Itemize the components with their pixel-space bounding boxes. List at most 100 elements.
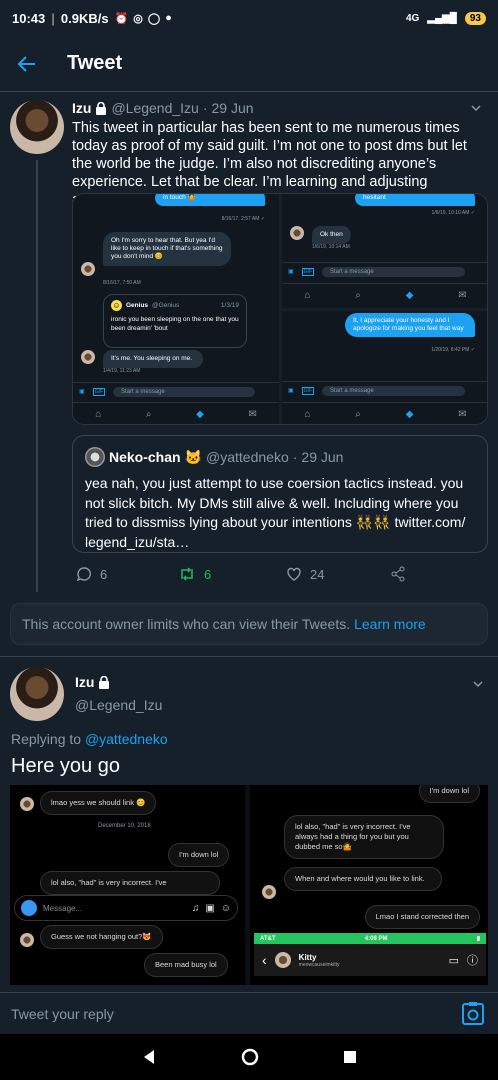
dm-compose: ▣ GIF Start a message [73,382,279,400]
chat-icon: ● [165,11,172,24]
dm-compose-placeholder: Message... [43,903,83,913]
dm-compose-placeholder: Start a message [113,386,255,397]
learn-more-link[interactable]: Learn more [354,616,426,632]
lock-icon [99,675,110,689]
gallery-icon: ▣ [205,902,215,914]
contact-handle: meowcauseimkitty [298,961,340,968]
replying-to: Replying to @yattedneko [11,731,168,747]
search-icon: ⌕ [355,409,361,420]
dm-avatar [290,226,304,240]
page-title: Tweet [67,52,123,74]
notice-text: This account owner limits who can view t… [22,616,351,632]
quoted-author-name: Neko-chan [109,449,181,465]
back-chevron-icon: ‹ [262,952,267,968]
author-name[interactable]: Izu [72,100,91,116]
chevron-down-icon[interactable] [472,678,484,690]
contact-info: Kitty meowcauseimkitty [299,953,441,968]
replying-to-link[interactable]: @yattedneko [85,731,168,747]
dm-bubble: lol also, "had" is very incorrect. I've … [284,815,444,859]
dm-bubble: Lmao I stand corrected then [364,905,480,929]
reply-count: 6 [100,566,108,582]
retweet-icon [181,567,193,581]
gif-icon: GIF [301,386,315,395]
heart-icon [287,567,301,581]
dm-compose: ▣ GIF Start a message [282,262,487,280]
dm-avatar [20,797,34,811]
dm-bubble: lol also, "had" is very incorrect. I've [40,871,220,895]
dm-bubble: I'm down lol [418,785,480,803]
mic-icon: ♫ [191,902,200,914]
reply-icon [76,567,91,582]
status-speed: 0.9KB/s [60,10,109,26]
status-bar: 10:43 | 0.9KB/s ⏰ ◎ ◯ ● 4G ▂▄▆█ 93 [0,0,498,36]
avatar[interactable] [10,100,64,154]
dm-tabbar: ⌂ ⌕ ◆ ✉ [282,283,487,307]
tweet-header: Izu @Legend_Izu · 29 Jun [72,98,490,118]
reply-input[interactable]: Tweet your reply [11,1006,114,1022]
nav-recents-icon[interactable] [343,1051,356,1063]
camera-icon[interactable] [460,1001,486,1027]
dm-compose-placeholder: Start a message [322,385,465,396]
mail-icon: ✉ [458,290,467,301]
nav-home-icon[interactable] [241,1048,259,1066]
gif-icon: GIF [92,387,106,396]
media-image-left[interactable]: lmao yess we should link 😊 December 10, … [10,785,245,985]
dm-time: 1/4/19, 11:23 AM [103,368,141,374]
contact-name: Kitty [298,952,317,962]
dm-compose: ▣ GIF Start a message [282,381,487,399]
dm-date: December 10, 2018 [98,823,151,829]
app-bar: Tweet [0,36,498,92]
tweet-actions: 6 6 24 [72,563,488,585]
reply-compose-bar[interactable]: Tweet your reply [0,992,498,1034]
battery-level: 93 [464,11,486,25]
back-button[interactable] [0,36,54,92]
dm-bubble: hesitant [355,194,475,206]
whatsapp-icon: ◯ [147,12,161,25]
chevron-down-icon[interactable] [470,102,482,114]
dm-tabbar: ⌂ ⌕ ◆ ✉ [282,402,487,424]
avatar[interactable] [10,667,64,721]
dm-shared-tweet: ☺ Genius @Genius 1/3/19 ironic you been … [103,294,247,348]
quoted-date: 29 Jun [301,449,344,465]
nav-back-icon[interactable] [142,1049,156,1065]
quoted-tweet[interactable]: Neko-chan 🐱 @yattedneko · 29 Jun yea nah… [72,435,488,553]
author-handle[interactable]: @Legend_Izu [111,100,198,116]
bell-icon: ◆ [405,290,414,301]
tweet-media[interactable]: in touch 🤷 8/16/17, 2:57 AM ✓ Oh I'm sor… [72,193,488,425]
dm-bubble: Ok then [312,226,351,244]
battery-icon: ▮ [476,936,480,942]
image-icon: ▣ [288,388,294,394]
dm-bubble: Oh I'm sorry to hear that. But yea I'd l… [103,232,231,266]
media-image-1[interactable]: in touch 🤷 8/16/17, 2:57 AM ✓ Oh I'm sor… [73,194,279,424]
like-count: 24 [310,566,325,582]
home-icon: ⌂ [95,409,102,420]
media-image-right[interactable]: I'm down lol lol also, "had" is very inc… [250,785,488,985]
search-icon: ⌕ [355,290,361,301]
dm-tabbar: ⌂ ⌕ ◆ ✉ [73,402,279,424]
system-nav-bar [0,1034,498,1080]
image-icon: ▣ [79,389,85,395]
alarm-icon: ⏰ [114,12,129,25]
retweet-button[interactable]: 6 [178,566,211,582]
share-button[interactable] [390,566,406,582]
media-image-3[interactable]: It, I appreciate your honesty and I apol… [282,311,487,424]
quoted-author-handle: @yattedneko [206,449,289,465]
dm-time: 1/6/19, 10:10 AM ✓ [431,210,475,216]
shared-name: Genius [126,302,149,309]
reply-author-handle[interactable]: @Legend_Izu [75,697,162,713]
ios-time: 4:08 PM [364,935,388,942]
lock-icon [96,101,107,115]
tweet-date[interactable]: 29 Jun [212,100,254,116]
shared-text: ironic you been sleeping on the one that… [111,316,239,332]
reply-button[interactable]: 6 [76,566,107,582]
ios-status-bar: AT&T 4:08 PM ▮ [254,933,486,944]
reply-author-name[interactable]: Izu [75,674,114,690]
media-image-2[interactable]: hesitant 1/6/19, 10:10 AM ✓ Ok then 1/6/… [282,194,487,308]
dm-bubble: It, I appreciate your honesty and I apol… [345,313,475,337]
status-icons: ⏰ ◎ ◯ ● [115,12,172,25]
reply-text: Here you go [11,755,120,777]
like-button[interactable]: 24 [286,566,324,582]
dm-bubble: lmao yess we should link 😊 [40,791,157,815]
reply-media[interactable]: lmao yess we should link 😊 December 10, … [10,785,488,985]
network-label: 4G [405,12,420,24]
